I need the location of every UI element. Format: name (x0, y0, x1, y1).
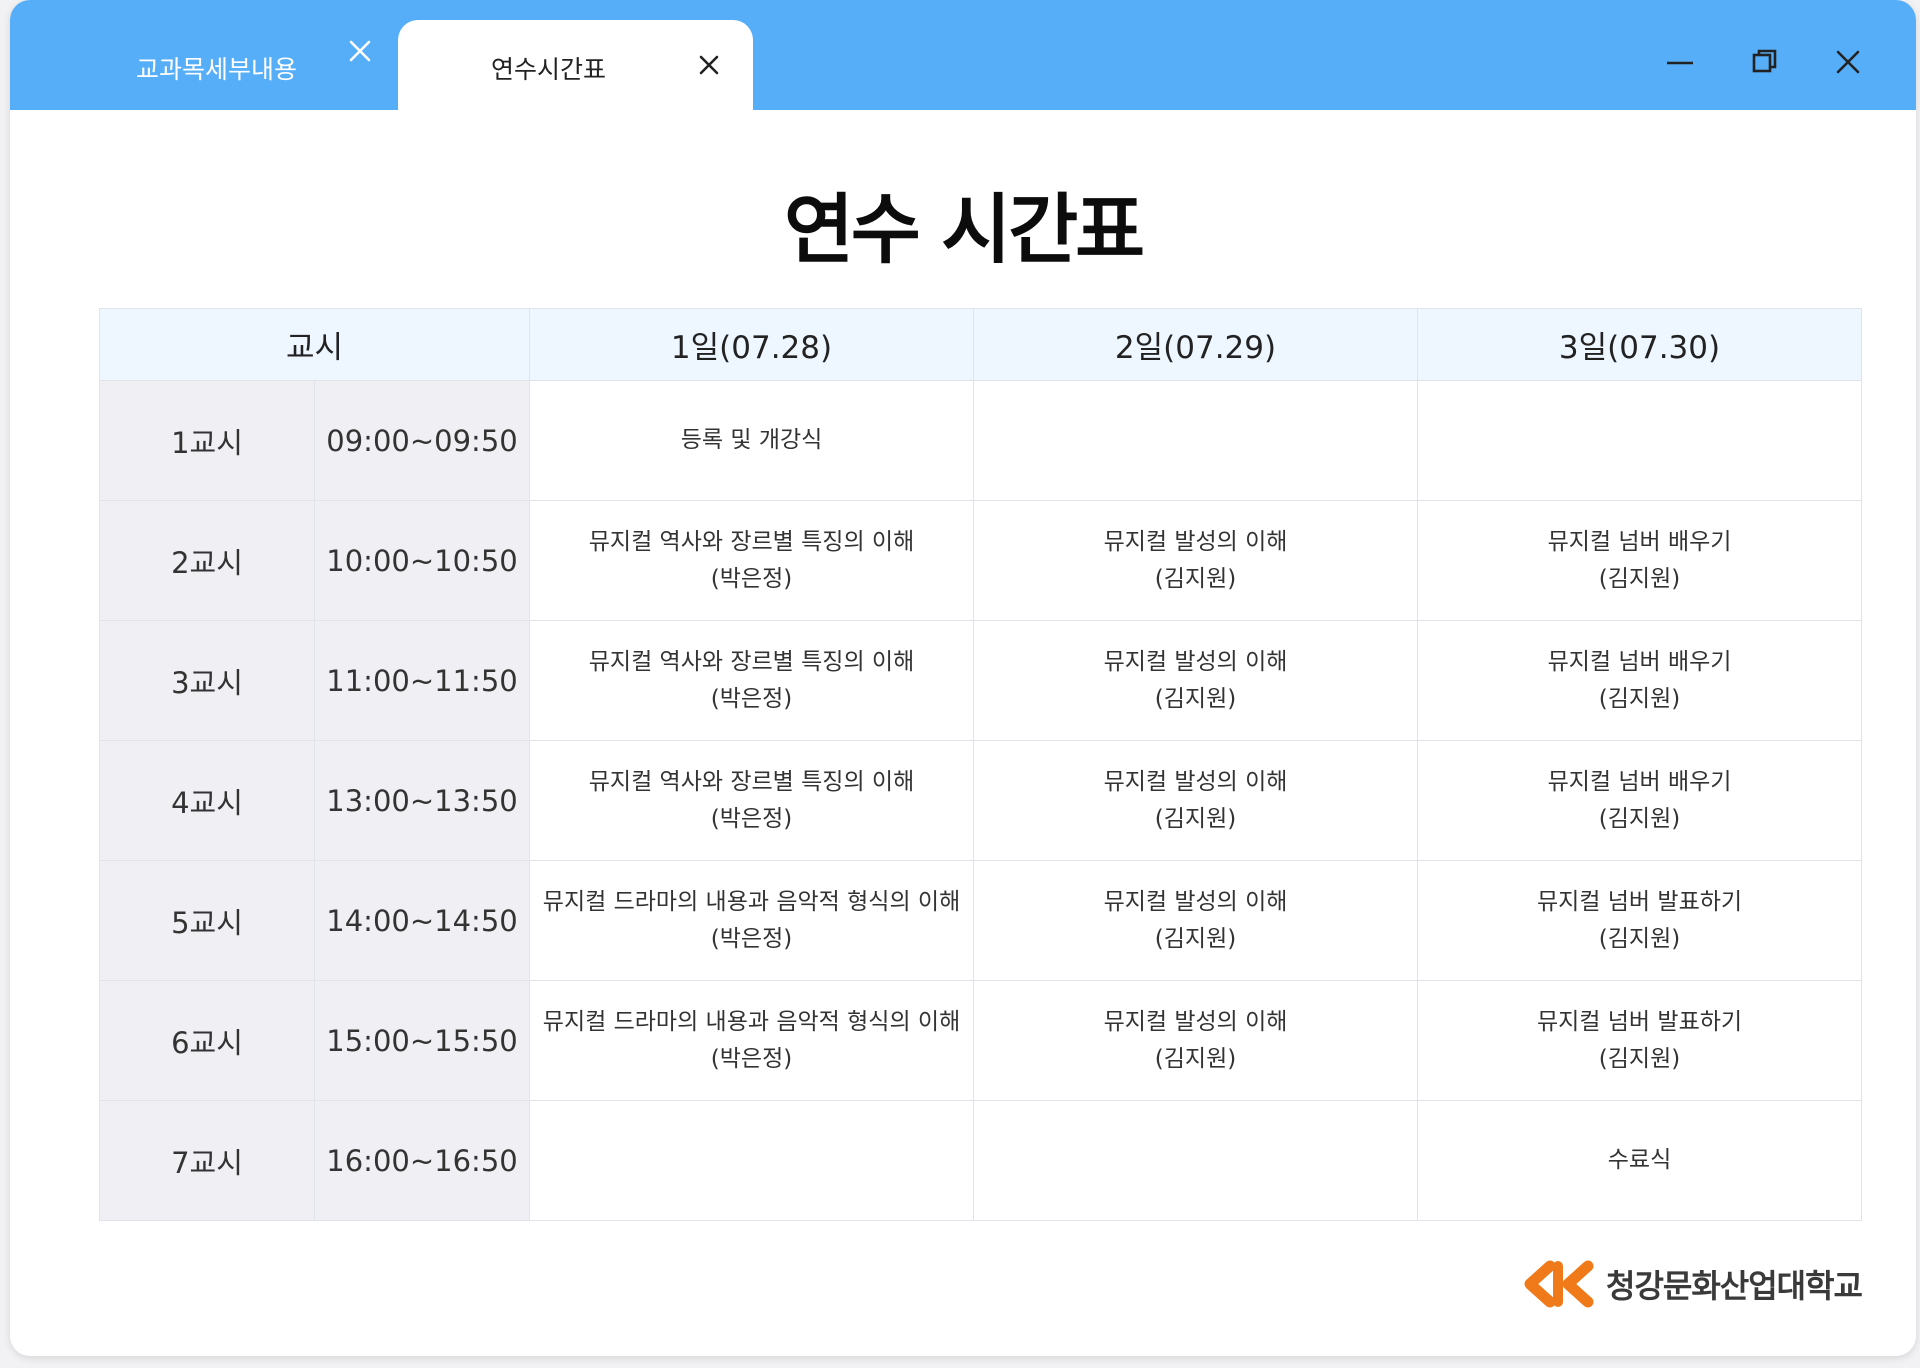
session-instructor: (박은정) (710, 805, 793, 832)
school-logo: 청강문화산업대학교 (1516, 1256, 1863, 1312)
time-cell: 10:00~10:50 (313, 500, 531, 621)
session-cell (973, 380, 1419, 501)
tab-label: 교과목세부내용 (136, 55, 298, 84)
logo-text: 청강문화산업대학교 (1606, 1267, 1863, 1305)
timetable: 교시 1일(07.28) 2일(07.29) 3일(07.30) 1교시 09:0… (98, 308, 1863, 1221)
time-cell: 13:00~13:50 (313, 740, 531, 861)
session-cell: 뮤지컬 넘버 발표하기 (김지원) (1417, 860, 1863, 981)
session-title: 뮤지컬 넘버 배우기 (1547, 528, 1732, 555)
session-cell: 뮤지컬 넘버 배우기 (김지원) (1417, 740, 1863, 861)
tab-label: 연수시간표 (491, 55, 607, 84)
session-cell (973, 1100, 1419, 1221)
session-instructor: (박은정) (710, 565, 793, 592)
header-day-2: 2일(07.29) (973, 308, 1419, 381)
session-title: 뮤지컬 드라마의 내용과 음악적 형식의 이해 (542, 1008, 961, 1035)
period-cell: 7교시 (99, 1100, 315, 1221)
period-cell: 6교시 (99, 980, 315, 1101)
time-cell: 14:00~14:50 (313, 860, 531, 981)
session-instructor: (박은정) (710, 685, 793, 712)
session-cell: 뮤지컬 역사와 장르별 특징의 이해 (박은정) (529, 500, 975, 621)
session-instructor: (김지원) (1154, 1045, 1237, 1072)
header-day-1: 1일(07.28) (529, 308, 975, 381)
session-title: 뮤지컬 발성의 이해 (1103, 768, 1288, 795)
session-title: 뮤지컬 넘버 발표하기 (1536, 1008, 1743, 1035)
header-period: 교시 (98, 308, 531, 381)
session-title: 뮤지컬 넘버 배우기 (1547, 648, 1732, 675)
session-cell: 수료식 (1417, 1100, 1863, 1221)
session-cell: 뮤지컬 넘버 배우기 (김지원) (1417, 620, 1863, 741)
session-title: 뮤지컬 발성의 이해 (1103, 648, 1288, 675)
table-row: 6교시 15:00~15:50 뮤지컬 드라마의 내용과 음악적 형식의 이해 (박은… (99, 980, 1863, 1101)
session-instructor: (박은정) (710, 925, 793, 952)
session-cell: 뮤지컬 발성의 이해 (김지원) (973, 860, 1419, 981)
close-icon[interactable] (1830, 44, 1866, 80)
session-cell: 뮤지컬 발성의 이해 (김지원) (973, 980, 1419, 1101)
table-row: 1교시 09:00~09:50 등록 및 개강식 (99, 380, 1863, 501)
table-row: 2교시 10:00~10:50 뮤지컬 역사와 장르별 특징의 이해 (박은정) 뮤지컬… (99, 500, 1863, 621)
session-cell: 뮤지컬 드라마의 내용과 음악적 형식의 이해 (박은정) (529, 980, 975, 1101)
session-instructor: (김지원) (1598, 685, 1681, 712)
session-title: 뮤지컬 역사와 장르별 특징의 이해 (588, 528, 915, 555)
period-cell: 3교시 (99, 620, 315, 741)
table-row: 3교시 11:00~11:50 뮤지컬 역사와 장르별 특징의 이해 (박은정) 뮤지컬… (99, 620, 1863, 741)
session-instructor: (박은정) (710, 1045, 793, 1072)
table-row: 4교시 13:00~13:50 뮤지컬 역사와 장르별 특징의 이해 (박은정) 뮤지컬… (99, 740, 1863, 861)
session-title: 등록 및 개강식 (680, 427, 823, 453)
session-cell: 뮤지컬 넘버 발표하기 (김지원) (1417, 980, 1863, 1101)
session-instructor: (김지원) (1154, 685, 1237, 712)
session-instructor: (김지원) (1598, 925, 1681, 952)
tab-course-details[interactable]: 교과목세부내용 (100, 20, 400, 110)
restore-icon[interactable] (1746, 44, 1782, 80)
session-instructor: (김지원) (1154, 805, 1237, 832)
session-cell: 뮤지컬 발성의 이해 (김지원) (973, 500, 1419, 621)
session-cell: 뮤지컬 역사와 장르별 특징의 이해 (박은정) (529, 740, 975, 861)
minimize-icon[interactable] (1662, 44, 1698, 80)
session-title: 뮤지컬 드라마의 내용과 음악적 형식의 이해 (542, 888, 961, 915)
session-instructor: (김지원) (1598, 1045, 1681, 1072)
session-cell: 뮤지컬 역사와 장르별 특징의 이해 (박은정) (529, 620, 975, 741)
header-day-3: 3일(07.30) (1417, 308, 1863, 381)
session-cell: 등록 및 개강식 (529, 380, 975, 501)
session-instructor: (김지원) (1154, 925, 1237, 952)
session-title: 뮤지컬 발성의 이해 (1103, 528, 1288, 555)
session-cell (1417, 380, 1863, 501)
session-title: 뮤지컬 역사와 장르별 특징의 이해 (588, 648, 915, 675)
tab-training-timetable[interactable]: 연수시간표 (398, 20, 753, 110)
time-cell: 15:00~15:50 (313, 980, 531, 1101)
session-cell: 뮤지컬 발성의 이해 (김지원) (973, 620, 1419, 741)
session-cell (529, 1100, 975, 1221)
session-title: 뮤지컬 넘버 발표하기 (1536, 888, 1743, 915)
session-title: 뮤지컬 발성의 이해 (1103, 888, 1288, 915)
session-instructor: (김지원) (1598, 805, 1681, 832)
time-cell: 16:00~16:50 (313, 1100, 531, 1221)
period-cell: 5교시 (99, 860, 315, 981)
page-title: 연수 시간표 (783, 185, 1145, 274)
time-cell: 11:00~11:50 (313, 620, 531, 741)
tab-close-icon[interactable] (345, 36, 375, 66)
table-row: 7교시 16:00~16:50 수료식 (99, 1100, 1863, 1221)
table-row: 5교시 14:00~14:50 뮤지컬 드라마의 내용과 음악적 형식의 이해 (박은… (99, 860, 1863, 981)
session-cell: 뮤지컬 드라마의 내용과 음악적 형식의 이해 (박은정) (529, 860, 975, 981)
period-cell: 2교시 (99, 500, 315, 621)
session-title: 수료식 (1607, 1147, 1672, 1173)
table-header-row: 교시 1일(07.28) 2일(07.29) 3일(07.30) (98, 308, 1863, 381)
app-window: 교과목세부내용 연수시간표 연수 시간표 교시 1일(07.28) 2일(07.… (10, 0, 1916, 1356)
tab-close-icon[interactable] (694, 50, 724, 80)
logo-mark-icon (1524, 1260, 1594, 1308)
period-cell: 4교시 (99, 740, 315, 861)
session-cell: 뮤지컬 발성의 이해 (김지원) (973, 740, 1419, 861)
session-title: 뮤지컬 넘버 배우기 (1547, 768, 1732, 795)
session-instructor: (김지원) (1154, 565, 1237, 592)
session-cell: 뮤지컬 넘버 배우기 (김지원) (1417, 500, 1863, 621)
session-instructor: (김지원) (1598, 565, 1681, 592)
session-title: 뮤지컬 발성의 이해 (1103, 1008, 1288, 1035)
time-cell: 09:00~09:50 (313, 380, 531, 501)
title-bar: 교과목세부내용 연수시간표 (10, 0, 1916, 110)
period-cell: 1교시 (99, 380, 315, 501)
session-title: 뮤지컬 역사와 장르별 특징의 이해 (588, 768, 915, 795)
